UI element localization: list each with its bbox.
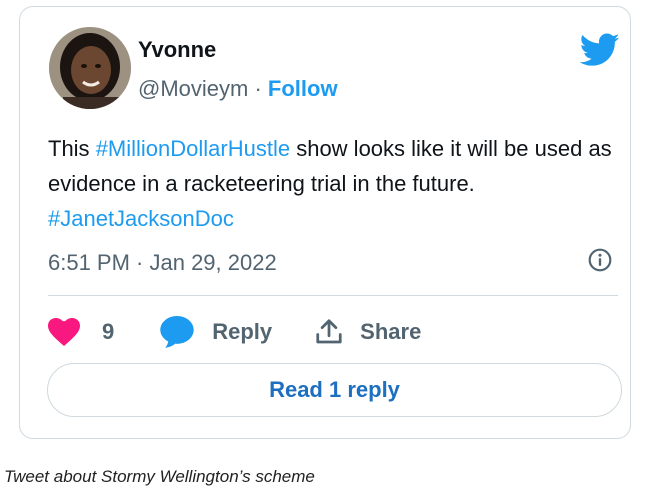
reply-button[interactable]: Reply [160, 316, 272, 348]
author-handle[interactable]: @Movieym [138, 76, 248, 101]
handle-separator: · [248, 76, 268, 101]
info-icon[interactable] [587, 247, 613, 273]
action-bar: 9 Reply Share [48, 310, 421, 354]
avatar[interactable] [49, 27, 131, 109]
divider [48, 295, 618, 296]
heart-icon [48, 318, 80, 346]
tweet-text-part1: This [48, 136, 96, 161]
author-name[interactable]: Yvonne [138, 37, 216, 63]
tweet-card[interactable]: Yvonne @Movieym · Follow This #MillionDo… [19, 6, 631, 439]
reply-label: Reply [212, 319, 273, 344]
share-upload-icon [316, 319, 342, 344]
share-button[interactable]: Share [314, 317, 421, 347]
tweet-text: This #MillionDollarHustle show looks lik… [48, 131, 618, 236]
like-button[interactable]: 9 [48, 318, 114, 346]
share-label: Share [360, 319, 422, 344]
hashtag-janet-jackson-doc[interactable]: #JanetJacksonDoc [48, 206, 234, 231]
read-replies-button[interactable]: Read 1 reply [47, 363, 622, 417]
image-caption: Tweet about Stormy Wellington’s scheme [4, 467, 315, 486]
hashtag-million-dollar-hustle[interactable]: #MillionDollarHustle [96, 136, 290, 161]
handle-row: @Movieym · Follow [138, 76, 338, 102]
speech-bubble-icon [160, 316, 194, 348]
tweet-timestamp[interactable]: 6:51 PM · Jan 29, 2022 [48, 250, 277, 276]
follow-button[interactable]: Follow [268, 76, 338, 101]
twitter-bird-icon[interactable] [580, 33, 620, 67]
like-count: 9 [102, 319, 115, 344]
